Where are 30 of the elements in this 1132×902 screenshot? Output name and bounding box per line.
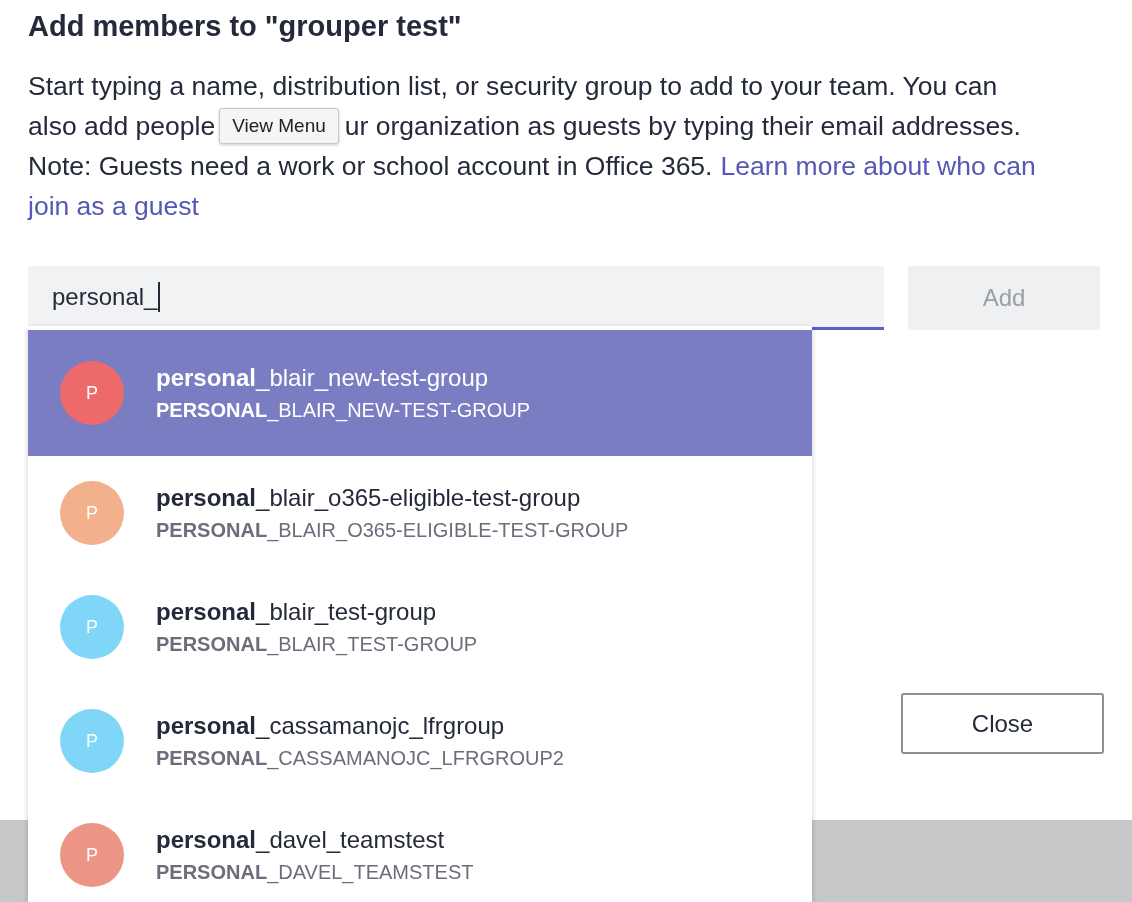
group-email: PERSONAL_BLAIR_TEST-GROUP — [156, 632, 478, 657]
dialog-title: Add members to "grouper test" — [28, 9, 463, 44]
suggestion-item[interactable]: P personal_blair_new-test-group PERSONAL_BLAIR_NEW-TEST-GROUP — [28, 330, 812, 456]
close-button[interactable]: Close — [901, 693, 1104, 754]
group-email: PERSONAL_DAVEL_TEAMSTEST — [156, 860, 474, 885]
suggestion-item[interactable]: P personal_blair_o365-eligible-test-group PERSONAL_BLAIR_O365-ELIGIBLE-TEST-GROUP — [28, 456, 812, 570]
group-name: personal_davel_teamstest — [156, 825, 446, 855]
avatar: P — [60, 709, 124, 773]
suggestion-item[interactable]: P personal_cassamanojc_lfrgroup PERSONAL_CASSAMANOJC_LFRGROUP2 — [28, 684, 812, 798]
avatar: P — [60, 823, 124, 887]
search-field[interactable]: personal_ — [28, 266, 884, 330]
group-email: PERSONAL_BLAIR_O365-ELIGIBLE-TEST-GROUP — [156, 518, 629, 543]
tooltip: View Menu — [219, 108, 339, 144]
description-text: Start typing a name, distribution list, or security group to add to your team. You can — [28, 70, 998, 103]
group-name: personal_cassamanojc_lfrgroup — [156, 711, 506, 741]
group-name: personal_blair_o365-eligible-test-group — [156, 483, 582, 513]
group-name: personal_blair_new-test-group — [156, 363, 490, 393]
suggestion-item[interactable]: P personal_blair_test-group PERSONAL_BLAIR_TEST-GROUP — [28, 570, 812, 684]
description-text: also add people — [28, 110, 216, 143]
suggestion-item[interactable]: P personal_davel_teamstest PERSONAL_DAVEL_TEAMSTEST — [28, 798, 812, 902]
avatar: P — [60, 361, 124, 425]
learn-more-link[interactable]: join as a guest — [28, 186, 199, 226]
group-email: PERSONAL_BLAIR_NEW-TEST-GROUP — [156, 398, 531, 423]
description-text: Note: Guests need a work or school account in Office 365. — [28, 150, 713, 183]
avatar: P — [60, 595, 124, 659]
description-text: ur organization as guests by typing their email addresses. — [344, 110, 1021, 143]
group-email: PERSONAL_CASSAMANOJC_LFRGROUP2 — [156, 746, 564, 771]
learn-more-link[interactable]: Learn more about who can — [720, 146, 1036, 186]
avatar: P — [60, 481, 124, 545]
group-name: personal_blair_test-group — [156, 597, 438, 627]
